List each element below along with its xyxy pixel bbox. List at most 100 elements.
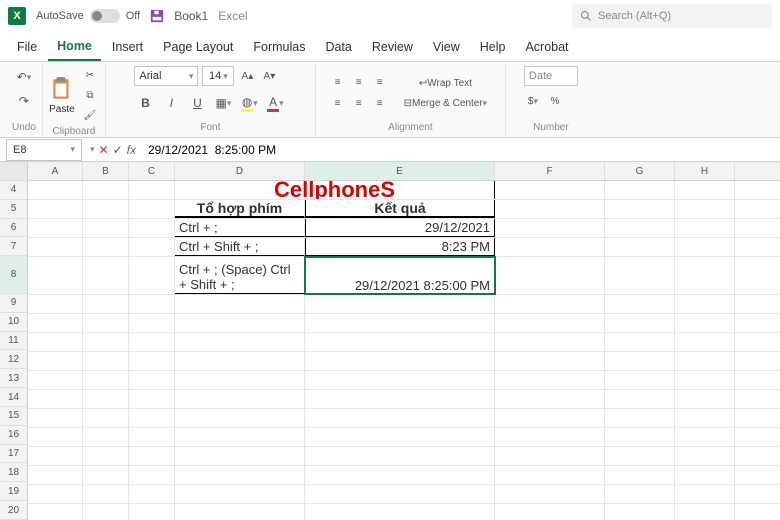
cell[interactable] — [305, 447, 495, 465]
tab-formulas[interactable]: Formulas — [244, 34, 314, 60]
cell[interactable] — [28, 447, 83, 465]
cell[interactable] — [175, 390, 305, 408]
cell[interactable] — [83, 200, 129, 218]
cell[interactable]: 8:23 PM — [305, 238, 495, 256]
cell[interactable] — [605, 314, 675, 332]
cell[interactable] — [675, 295, 735, 313]
cell[interactable] — [605, 428, 675, 446]
cell-header-combo[interactable]: Tổ hợp phím — [175, 200, 305, 218]
col-header[interactable]: E — [305, 162, 495, 180]
cell[interactable] — [83, 466, 129, 484]
cell[interactable] — [129, 352, 175, 370]
cell[interactable] — [675, 333, 735, 351]
cell[interactable] — [675, 409, 735, 427]
cell[interactable] — [305, 333, 495, 351]
cell[interactable] — [175, 314, 305, 332]
fx-icon[interactable]: fx — [127, 143, 136, 157]
cell[interactable] — [83, 428, 129, 446]
row-header[interactable]: 4 — [0, 181, 27, 200]
tab-insert[interactable]: Insert — [103, 34, 152, 60]
row-header[interactable]: 13 — [0, 369, 27, 388]
cell[interactable] — [83, 409, 129, 427]
tab-file[interactable]: File — [8, 34, 46, 60]
cell[interactable] — [675, 219, 735, 237]
cell[interactable] — [28, 390, 83, 408]
cell[interactable] — [605, 409, 675, 427]
cell[interactable] — [605, 295, 675, 313]
select-all-corner[interactable] — [0, 162, 27, 181]
tab-acrobat[interactable]: Acrobat — [516, 34, 577, 60]
merge-center-button[interactable]: ⊟ Merge & Center ▾ — [399, 94, 493, 112]
align-left-button[interactable]: ≡ — [329, 95, 347, 113]
cell[interactable] — [495, 181, 605, 199]
shrink-font-button[interactable]: A▾ — [260, 67, 278, 85]
copy-button[interactable]: ⧉ — [81, 86, 99, 104]
cell[interactable] — [83, 238, 129, 256]
cell[interactable] — [675, 371, 735, 389]
row-header[interactable]: 19 — [0, 482, 27, 501]
cell[interactable] — [83, 485, 129, 503]
wrap-text-button[interactable]: ↩ Wrap Text — [399, 74, 493, 92]
tab-home[interactable]: Home — [48, 33, 101, 61]
cell[interactable] — [605, 219, 675, 237]
cell[interactable] — [675, 257, 735, 294]
cell[interactable] — [675, 352, 735, 370]
enter-icon[interactable]: ✓ — [113, 143, 123, 157]
cell[interactable] — [28, 200, 83, 218]
cell[interactable] — [675, 485, 735, 503]
cell[interactable] — [605, 466, 675, 484]
undo-button[interactable]: ↶▾ — [13, 66, 35, 88]
align-bottom-button[interactable]: ≡ — [371, 74, 389, 92]
cell[interactable] — [83, 371, 129, 389]
cell[interactable] — [675, 447, 735, 465]
cell[interactable] — [305, 371, 495, 389]
cell[interactable] — [305, 504, 495, 520]
cell-title[interactable]: CellphoneS — [175, 181, 495, 199]
underline-button[interactable]: U — [186, 92, 208, 114]
cell[interactable] — [129, 390, 175, 408]
col-header[interactable]: C — [129, 162, 175, 180]
cell[interactable] — [175, 504, 305, 520]
cell[interactable] — [129, 200, 175, 218]
cell[interactable] — [605, 257, 675, 294]
font-size-select[interactable]: 14▾ — [202, 66, 234, 86]
cell[interactable] — [28, 409, 83, 427]
row-header[interactable]: 12 — [0, 350, 27, 369]
cell[interactable] — [495, 333, 605, 351]
percent-button[interactable]: % — [546, 92, 564, 110]
tab-data[interactable]: Data — [316, 34, 360, 60]
font-color-button[interactable]: A▾ — [264, 92, 286, 114]
bold-button[interactable]: B — [134, 92, 156, 114]
cell[interactable] — [129, 428, 175, 446]
cell[interactable] — [305, 352, 495, 370]
col-header[interactable]: H — [675, 162, 735, 180]
font-name-select[interactable]: Arial▾ — [134, 66, 198, 86]
cell[interactable] — [605, 390, 675, 408]
cell[interactable] — [605, 447, 675, 465]
row-header[interactable]: 10 — [0, 313, 27, 332]
cell[interactable] — [305, 428, 495, 446]
cell[interactable] — [129, 504, 175, 520]
tab-help[interactable]: Help — [471, 34, 515, 60]
row-header[interactable]: 7 — [0, 237, 27, 256]
cell[interactable] — [28, 333, 83, 351]
cell[interactable] — [495, 466, 605, 484]
cell[interactable] — [175, 485, 305, 503]
cell[interactable] — [675, 314, 735, 332]
cell[interactable] — [305, 314, 495, 332]
cell[interactable] — [129, 371, 175, 389]
align-center-button[interactable]: ≡ — [350, 95, 368, 113]
cell[interactable] — [28, 257, 83, 294]
cell[interactable] — [675, 390, 735, 408]
cell[interactable] — [675, 504, 735, 520]
row-header[interactable]: 6 — [0, 219, 27, 238]
row-header[interactable]: 9 — [0, 294, 27, 313]
cell[interactable] — [28, 485, 83, 503]
cell[interactable]: Ctrl + ; — [175, 219, 305, 237]
cell-selected[interactable]: 29/12/2021 8:25:00 PM — [305, 257, 495, 294]
cell[interactable] — [495, 219, 605, 237]
cell[interactable] — [495, 314, 605, 332]
cell[interactable]: 29/12/2021 — [305, 219, 495, 237]
redo-button[interactable]: ↷ — [13, 90, 35, 112]
cut-button[interactable]: ✂ — [81, 66, 99, 84]
